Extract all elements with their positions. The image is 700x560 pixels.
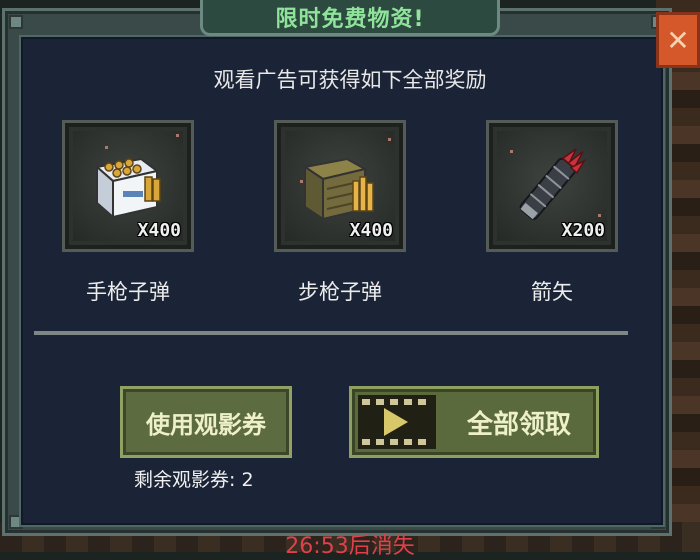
expiry-timer: 26:53后消失 bbox=[285, 534, 415, 559]
dialog-title: 限时免费物资! bbox=[275, 6, 425, 32]
reward-label-pistol-ammo: 手枪子弹 bbox=[86, 280, 170, 304]
use-coupon-label: 使用观影券 bbox=[146, 410, 266, 439]
pistol-ammo-box-icon bbox=[94, 157, 161, 220]
claim-all-label: 全部领取 bbox=[466, 409, 571, 440]
bolt-icon bbox=[9, 15, 23, 29]
reward-count: X400 bbox=[349, 220, 393, 241]
close-button[interactable]: ✕ bbox=[656, 12, 700, 68]
film-play-icon bbox=[358, 395, 436, 449]
reward-slot-arrows: X200 bbox=[486, 120, 618, 252]
use-coupon-button[interactable]: 使用观影券 bbox=[120, 386, 292, 458]
reward-count: X400 bbox=[137, 220, 181, 241]
dialog-subtitle: 观看广告可获得如下全部奖励 bbox=[213, 68, 487, 92]
reward-slot-pistol-ammo: X400 bbox=[62, 120, 194, 252]
reward-label-arrows: 箭矢 bbox=[531, 280, 573, 304]
dialog-title-tab: 限时免费物资! bbox=[200, 0, 500, 36]
close-icon: ✕ bbox=[666, 23, 690, 57]
claim-all-button[interactable]: 全部领取 bbox=[349, 386, 599, 458]
reward-label-rifle-ammo: 步枪子弹 bbox=[298, 280, 382, 304]
coupon-remaining-text: 剩余观影券: 2 bbox=[134, 469, 254, 491]
arrow-quiver-icon bbox=[519, 148, 587, 220]
rifle-ammo-crate-icon bbox=[302, 157, 374, 221]
reward-slot-rifle-ammo: X400 bbox=[274, 120, 406, 252]
divider bbox=[34, 331, 628, 335]
reward-count: X200 bbox=[561, 220, 605, 241]
